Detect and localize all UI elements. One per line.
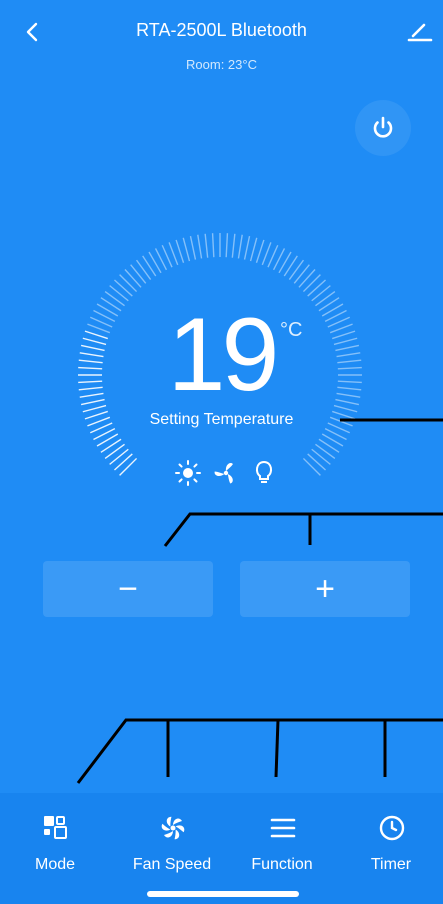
mode-icon xyxy=(44,816,67,839)
increase-temperature-button[interactable]: + xyxy=(240,561,410,617)
dial-tick xyxy=(315,443,336,460)
dial-tick xyxy=(189,235,197,260)
setting-temperature-label: Setting Temperature xyxy=(149,411,294,428)
clock-icon xyxy=(379,815,405,841)
page-title: RTA-2500L Bluetooth xyxy=(136,20,307,40)
temperature-display: 19 °C xyxy=(0,303,443,407)
dial-tick xyxy=(225,233,229,258)
dial-tick xyxy=(135,259,152,280)
dial-tick xyxy=(124,269,142,288)
temperature-unit: °C xyxy=(280,319,303,341)
edit-pencil-icon[interactable] xyxy=(407,18,433,44)
dial-tick xyxy=(211,233,215,258)
dial-tick xyxy=(119,457,138,476)
status-icons xyxy=(175,460,273,486)
home-indicator[interactable] xyxy=(147,891,299,897)
dial-tick xyxy=(307,279,326,297)
dial-tick xyxy=(119,274,138,293)
fan-speed-icon xyxy=(161,816,185,840)
dial-tick xyxy=(307,453,326,471)
bottom-tab-bar: Mode Fan Speed Function Timer xyxy=(0,793,443,904)
dial-tick xyxy=(104,290,125,307)
dial-tick xyxy=(104,443,125,460)
dial-tick xyxy=(298,269,316,288)
menu-icon xyxy=(270,818,296,838)
dial-tick xyxy=(182,237,191,262)
room-temperature: Room: 23°C xyxy=(186,57,257,72)
dial-tick xyxy=(302,274,321,293)
tab-fan-speed[interactable]: Fan Speed xyxy=(117,793,227,893)
header: RTA-2500L Bluetooth Room: 23°C xyxy=(0,0,443,80)
dial-tick xyxy=(249,237,258,262)
power-button[interactable] xyxy=(355,100,411,156)
dial-tick xyxy=(288,259,305,280)
dial-tick xyxy=(109,285,129,302)
lightbulb-icon xyxy=(255,460,273,483)
power-icon xyxy=(373,116,393,138)
sun-icon xyxy=(175,460,201,486)
dial-tick xyxy=(168,242,179,266)
dial-tick xyxy=(302,457,321,476)
dial-tick xyxy=(261,242,272,266)
dial-tick xyxy=(130,264,147,284)
dial-tick xyxy=(243,235,251,260)
tab-function[interactable]: Function xyxy=(227,793,337,893)
tab-fan-speed-label: Fan Speed xyxy=(132,856,212,873)
dial-tick xyxy=(293,264,310,284)
tab-timer-label: Timer xyxy=(370,856,412,873)
dial-tick xyxy=(204,233,209,258)
tab-function-label: Function xyxy=(251,856,313,873)
dial-tick xyxy=(114,453,133,471)
dial-tick xyxy=(311,448,331,465)
tab-mode-label: Mode xyxy=(34,856,76,873)
dial-tick xyxy=(114,279,133,297)
dial-tick xyxy=(311,285,331,302)
dial-tick xyxy=(255,239,265,263)
tab-mode[interactable]: Mode xyxy=(0,793,110,893)
fan-icon xyxy=(214,462,233,484)
dial-tick xyxy=(109,448,129,465)
tab-timer[interactable]: Timer xyxy=(336,793,443,893)
temperature-value: 19 xyxy=(167,297,280,413)
dial-tick xyxy=(175,239,185,263)
dial-tick xyxy=(197,234,203,259)
dial-tick xyxy=(237,234,243,259)
decrease-temperature-button[interactable]: − xyxy=(43,561,213,617)
dial-tick xyxy=(315,290,336,307)
dial-tick xyxy=(231,233,236,258)
